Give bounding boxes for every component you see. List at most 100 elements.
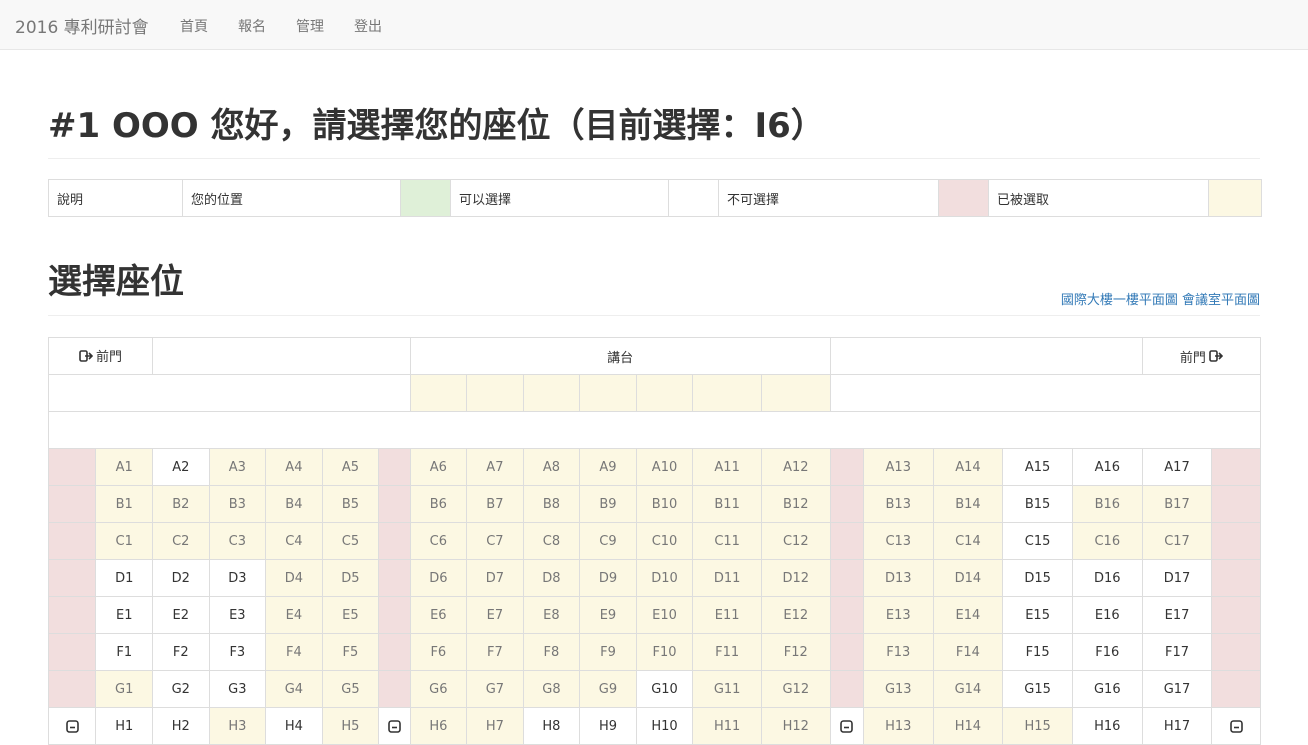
seat-g15[interactable]: G15 (1003, 671, 1073, 708)
seat-b16[interactable]: B16 (1072, 486, 1142, 523)
seat-d3[interactable]: D3 (209, 560, 266, 597)
seat-c4[interactable]: C4 (266, 523, 323, 560)
seat-e5[interactable]: E5 (322, 597, 379, 634)
seat-g1[interactable]: G1 (96, 671, 153, 708)
seat-d4[interactable]: D4 (266, 560, 323, 597)
seat-f11[interactable]: F11 (693, 634, 762, 671)
seat-d9[interactable]: D9 (580, 560, 637, 597)
seat-d5[interactable]: D5 (322, 560, 379, 597)
seat-f9[interactable]: F9 (580, 634, 637, 671)
seat-e16[interactable]: E16 (1072, 597, 1142, 634)
seat-f10[interactable]: F10 (636, 634, 693, 671)
seat-h9[interactable]: H9 (580, 708, 637, 745)
seat-h13[interactable]: H13 (863, 708, 933, 745)
seat-e1[interactable]: E1 (96, 597, 153, 634)
nav-manage[interactable]: 管理 (296, 16, 324, 36)
brand-title[interactable]: 2016 專利研討會 (15, 13, 149, 38)
seat-g5[interactable]: G5 (322, 671, 379, 708)
seat-e9[interactable]: E9 (580, 597, 637, 634)
seat-c12[interactable]: C12 (761, 523, 830, 560)
seat-d12[interactable]: D12 (761, 560, 830, 597)
seat-c7[interactable]: C7 (467, 523, 524, 560)
seat-c17[interactable]: C17 (1142, 523, 1212, 560)
seat-a1[interactable]: A1 (96, 449, 153, 486)
seat-a12[interactable]: A12 (761, 449, 830, 486)
seat-g12[interactable]: G12 (761, 671, 830, 708)
nav-logout[interactable]: 登出 (354, 16, 382, 36)
seat-g17[interactable]: G17 (1142, 671, 1212, 708)
seat-a4[interactable]: A4 (266, 449, 323, 486)
seat-h6[interactable]: H6 (410, 708, 467, 745)
seat-e6[interactable]: E6 (410, 597, 467, 634)
seat-c9[interactable]: C9 (580, 523, 637, 560)
seat-e14[interactable]: E14 (933, 597, 1003, 634)
seat-b5[interactable]: B5 (322, 486, 379, 523)
seat-d13[interactable]: D13 (863, 560, 933, 597)
seat-f14[interactable]: F14 (933, 634, 1003, 671)
seat-d11[interactable]: D11 (693, 560, 762, 597)
seat-a14[interactable]: A14 (933, 449, 1003, 486)
seat-h7[interactable]: H7 (467, 708, 524, 745)
seat-c15[interactable]: C15 (1003, 523, 1073, 560)
seat-b17[interactable]: B17 (1142, 486, 1212, 523)
seat-d10[interactable]: D10 (636, 560, 693, 597)
meeting-room-plan-link[interactable]: 會議室平面圖 (1182, 293, 1260, 308)
seat-f12[interactable]: F12 (761, 634, 830, 671)
seat-c14[interactable]: C14 (933, 523, 1003, 560)
seat-f8[interactable]: F8 (523, 634, 580, 671)
seat-h16[interactable]: H16 (1072, 708, 1142, 745)
seat-b7[interactable]: B7 (467, 486, 524, 523)
seat-g7[interactable]: G7 (467, 671, 524, 708)
seat-g4[interactable]: G4 (266, 671, 323, 708)
seat-h1[interactable]: H1 (96, 708, 153, 745)
seat-g10[interactable]: G10 (636, 671, 693, 708)
seat-h5[interactable]: H5 (322, 708, 379, 745)
seat-c5[interactable]: C5 (322, 523, 379, 560)
seat-f7[interactable]: F7 (467, 634, 524, 671)
seat-h8[interactable]: H8 (523, 708, 580, 745)
seat-c11[interactable]: C11 (693, 523, 762, 560)
nav-register[interactable]: 報名 (238, 16, 266, 36)
seat-f1[interactable]: F1 (96, 634, 153, 671)
seat-b13[interactable]: B13 (863, 486, 933, 523)
seat-d7[interactable]: D7 (467, 560, 524, 597)
seat-a6[interactable]: A6 (410, 449, 467, 486)
seat-b4[interactable]: B4 (266, 486, 323, 523)
seat-e8[interactable]: E8 (523, 597, 580, 634)
seat-g13[interactable]: G13 (863, 671, 933, 708)
seat-b1[interactable]: B1 (96, 486, 153, 523)
seat-h15[interactable]: H15 (1003, 708, 1073, 745)
seat-g2[interactable]: G2 (153, 671, 210, 708)
front-door-left[interactable]: 前門 (49, 338, 153, 375)
seat-f5[interactable]: F5 (322, 634, 379, 671)
seat-g3[interactable]: G3 (209, 671, 266, 708)
seat-c6[interactable]: C6 (410, 523, 467, 560)
seat-c2[interactable]: C2 (153, 523, 210, 560)
seat-f3[interactable]: F3 (209, 634, 266, 671)
seat-h12[interactable]: H12 (761, 708, 830, 745)
seat-b3[interactable]: B3 (209, 486, 266, 523)
seat-e12[interactable]: E12 (761, 597, 830, 634)
seat-e7[interactable]: E7 (467, 597, 524, 634)
seat-c1[interactable]: C1 (96, 523, 153, 560)
seat-d6[interactable]: D6 (410, 560, 467, 597)
seat-e13[interactable]: E13 (863, 597, 933, 634)
seat-c8[interactable]: C8 (523, 523, 580, 560)
seat-h3[interactable]: H3 (209, 708, 266, 745)
seat-d2[interactable]: D2 (153, 560, 210, 597)
seat-h2[interactable]: H2 (153, 708, 210, 745)
seat-c3[interactable]: C3 (209, 523, 266, 560)
seat-b14[interactable]: B14 (933, 486, 1003, 523)
seat-a11[interactable]: A11 (693, 449, 762, 486)
seat-g11[interactable]: G11 (693, 671, 762, 708)
seat-a3[interactable]: A3 (209, 449, 266, 486)
seat-g8[interactable]: G8 (523, 671, 580, 708)
seat-b12[interactable]: B12 (761, 486, 830, 523)
seat-b2[interactable]: B2 (153, 486, 210, 523)
seat-a2[interactable]: A2 (153, 449, 210, 486)
seat-g16[interactable]: G16 (1072, 671, 1142, 708)
seat-a9[interactable]: A9 (580, 449, 637, 486)
seat-g6[interactable]: G6 (410, 671, 467, 708)
seat-b6[interactable]: B6 (410, 486, 467, 523)
seat-a5[interactable]: A5 (322, 449, 379, 486)
